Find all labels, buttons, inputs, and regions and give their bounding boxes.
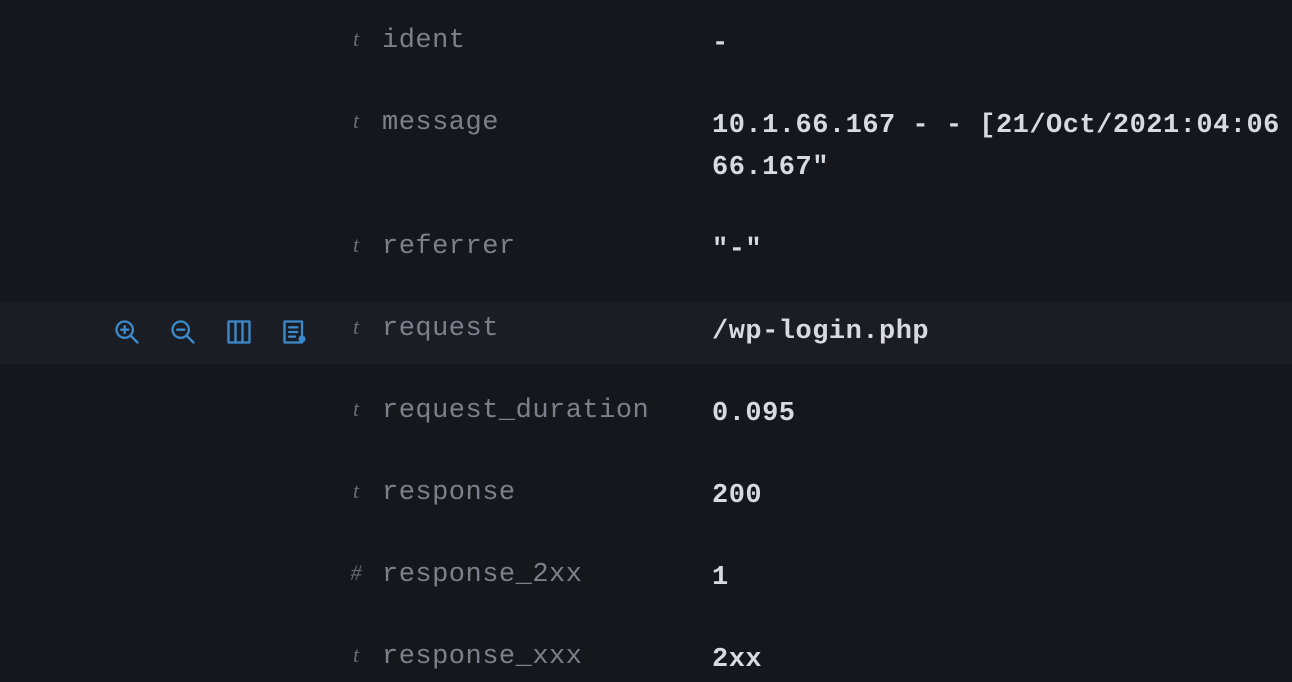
field-list: t ident - t message 10.1.66.167 - - [21/…: [0, 0, 1292, 682]
filter-out-icon[interactable]: [168, 317, 198, 347]
field-row: t response 200: [0, 466, 1292, 528]
field-value-cell: 2xx: [712, 640, 1292, 682]
field-name-cell: response: [382, 476, 712, 508]
field-value-cell: 1: [712, 558, 1292, 600]
text-type-icon: t: [353, 110, 359, 132]
field-type: t: [330, 394, 382, 420]
field-row: t response_xxx 2xx: [0, 630, 1292, 682]
number-type-icon: #: [351, 562, 362, 584]
field-type: #: [330, 558, 382, 584]
field-name: referrer: [382, 232, 516, 262]
field-name: message: [382, 108, 499, 138]
field-value: /wp-login.php: [712, 317, 929, 347]
text-type-icon: t: [353, 28, 359, 50]
field-value: 10.1.66.167 - - [21/Oct/2021:04:06 66.16…: [712, 111, 1280, 183]
field-value-cell: /wp-login.php: [712, 312, 1292, 354]
toggle-column-icon[interactable]: [224, 317, 254, 347]
field-row: t message 10.1.66.167 - - [21/Oct/2021:0…: [0, 96, 1292, 200]
text-type-icon: t: [353, 644, 359, 666]
field-name-cell: response_xxx: [382, 640, 712, 672]
field-name: response_xxx: [382, 642, 582, 672]
field-name: response_2xx: [382, 560, 582, 590]
field-type: t: [330, 24, 382, 50]
field-value: 0.095: [712, 399, 796, 429]
field-row: t request_duration 0.095: [0, 384, 1292, 446]
field-value-cell: "-": [712, 230, 1292, 272]
text-type-icon: t: [353, 234, 359, 256]
field-name-cell: ident: [382, 24, 712, 56]
field-row: t request /wp-login.php: [0, 302, 1292, 364]
field-type: t: [330, 106, 382, 132]
row-actions: [0, 230, 330, 270]
field-name-cell: referrer: [382, 230, 712, 262]
field-type: t: [330, 640, 382, 666]
field-name: response: [382, 478, 516, 508]
filter-for-icon[interactable]: [112, 317, 142, 347]
field-value-cell: -: [712, 24, 1292, 66]
row-actions: [0, 394, 330, 434]
field-name-cell: request: [382, 312, 712, 344]
field-value-cell: 0.095: [712, 394, 1292, 436]
row-actions: [0, 106, 330, 146]
field-name: request_duration: [382, 396, 649, 426]
text-type-icon: t: [353, 316, 359, 338]
field-name-cell: request_duration: [382, 394, 712, 426]
field-type: t: [330, 476, 382, 502]
field-name-cell: response_2xx: [382, 558, 712, 590]
text-type-icon: t: [353, 480, 359, 502]
row-actions: [0, 558, 330, 598]
field-name-cell: message: [382, 106, 712, 138]
field-value: 1: [712, 563, 729, 593]
row-actions: [0, 476, 330, 516]
row-actions: [0, 312, 330, 352]
row-actions: [0, 24, 330, 64]
field-row: t ident -: [0, 14, 1292, 76]
field-name: request: [382, 314, 499, 344]
field-value: 2xx: [712, 645, 762, 675]
field-type: t: [330, 230, 382, 256]
field-type: t: [330, 312, 382, 338]
field-value-cell: 10.1.66.167 - - [21/Oct/2021:04:06 66.16…: [712, 106, 1292, 190]
row-actions: [0, 640, 330, 680]
field-value: -: [712, 29, 729, 59]
field-value-cell: 200: [712, 476, 1292, 518]
field-row: # response_2xx 1: [0, 548, 1292, 610]
field-value: "-": [712, 235, 762, 265]
field-value: 200: [712, 481, 762, 511]
filter-exists-icon[interactable]: [280, 317, 310, 347]
text-type-icon: t: [353, 398, 359, 420]
field-name: ident: [382, 26, 466, 56]
field-row: t referrer "-": [0, 220, 1292, 282]
